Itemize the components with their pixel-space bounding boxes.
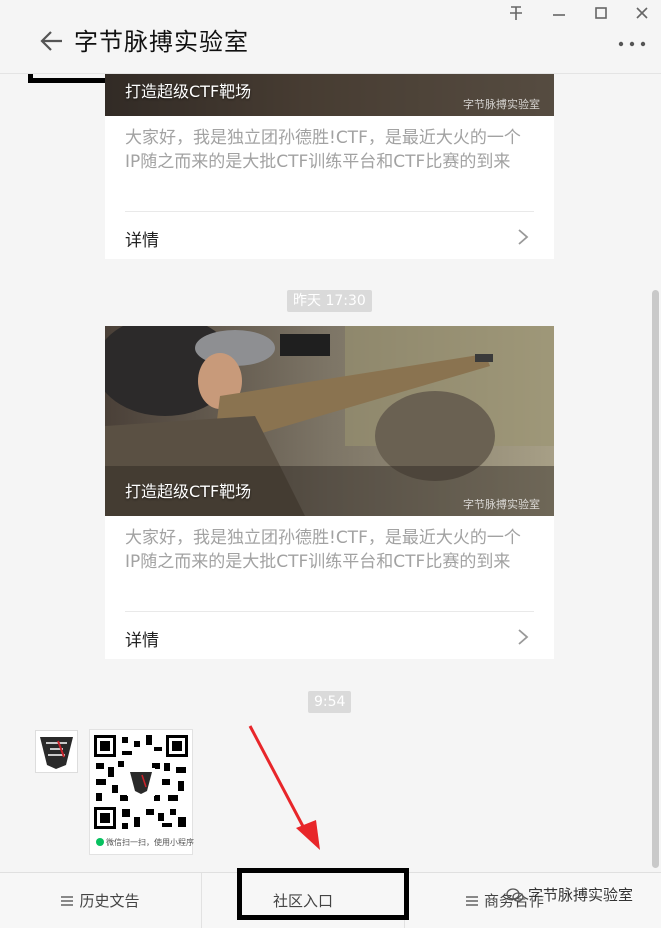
close-icon[interactable] <box>630 4 654 22</box>
menu-list-icon <box>465 896 478 906</box>
community-highlight-box <box>237 868 409 920</box>
article-details-link[interactable]: 详情 <box>125 611 534 659</box>
qr-code-message[interactable]: 微信扫一扫，使用小程序 <box>89 729 194 855</box>
message-list[interactable]: 打造超级CTF靶场 字节脉搏实验室 大家好，我是独立团孙德胜!CTF，是最近大火… <box>0 74 661 872</box>
wechat-icon <box>96 838 104 846</box>
article-card[interactable]: 打造超级CTF靶场 字节脉搏实验室 大家好，我是独立团孙德胜!CTF，是最近大火… <box>105 326 554 659</box>
message-timestamp: 9:54 <box>308 691 352 713</box>
page-title: 字节脉搏实验室 <box>74 28 249 56</box>
article-title: 打造超级CTF靶场 <box>125 482 252 501</box>
scrollbar[interactable] <box>652 290 659 868</box>
details-label: 详情 <box>125 231 159 251</box>
minimize-icon[interactable] <box>547 4 571 22</box>
message-timestamp: 昨天 17:30 <box>287 290 372 312</box>
article-cover-image[interactable]: 打造超级CTF靶场 字节脉搏实验室 <box>105 74 554 116</box>
qr-code-image <box>92 733 190 831</box>
annotation-arrow-icon <box>248 725 320 850</box>
back-arrow-icon[interactable] <box>38 28 64 54</box>
image-watermark: 字节脉搏实验室 <box>463 498 540 511</box>
menu-item-history[interactable]: 历史文告 <box>0 873 201 928</box>
maximize-icon[interactable] <box>589 4 613 22</box>
article-details-link[interactable]: 详情 <box>125 211 534 259</box>
brand-logo-icon <box>40 737 73 769</box>
avatar[interactable] <box>35 730 78 773</box>
menu-list-icon <box>61 896 74 906</box>
brand-watermark: 字节脉搏实验室 <box>506 884 633 905</box>
wechat-official-icon <box>506 888 524 902</box>
qr-caption: 微信扫一扫，使用小程序 <box>96 837 194 848</box>
pin-icon[interactable] <box>504 4 528 22</box>
article-cover-image[interactable]: 打造超级CTF靶场 字节脉搏实验室 <box>105 326 554 516</box>
brand-watermark-text: 字节脉搏实验室 <box>528 886 634 904</box>
article-title: 打造超级CTF靶场 <box>125 82 252 101</box>
title-bar: 字节脉搏实验室 <box>0 0 661 74</box>
menu-item-label: 历史文告 <box>79 892 140 910</box>
chevron-right-icon <box>518 629 529 645</box>
more-icon[interactable] <box>616 36 648 52</box>
details-label: 详情 <box>125 631 159 651</box>
article-description: 大家好，我是独立团孙德胜!CTF，是最近大火的一个IP随之而来的是大批CTF训练… <box>125 128 521 172</box>
article-card[interactable]: 打造超级CTF靶场 字节脉搏实验室 大家好，我是独立团孙德胜!CTF，是最近大火… <box>105 74 554 259</box>
qr-caption-text: 微信扫一扫，使用小程序 <box>106 838 194 847</box>
chevron-right-icon <box>518 229 529 245</box>
image-watermark: 字节脉搏实验室 <box>463 98 540 111</box>
article-description: 大家好，我是独立团孙德胜!CTF，是最近大火的一个IP随之而来的是大批CTF训练… <box>125 528 521 572</box>
